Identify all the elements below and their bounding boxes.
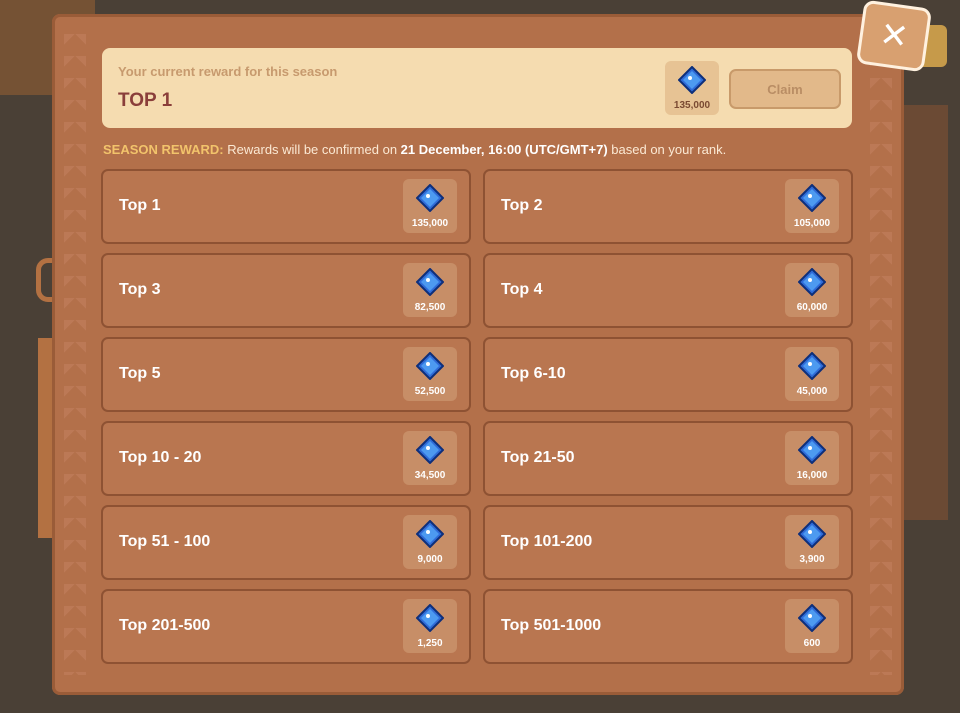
blue-gem-icon [798, 184, 826, 212]
reward-tier-row: Top 21-50 16,000 [483, 421, 853, 496]
reward-tier-box: 9,000 [403, 515, 457, 569]
reward-tier-row: Top 501-1000 600 [483, 589, 853, 664]
reward-tier-amount: 135,000 [411, 218, 449, 229]
reward-tier-amount: 60,000 [796, 302, 828, 313]
reward-tier-box: 1,250 [403, 599, 457, 653]
current-reward-banner: Your current reward for this season TOP … [102, 48, 852, 128]
reward-tier-grid: Top 1 135,000 Top 2 105,000 Top 3 82,500… [101, 169, 853, 664]
reward-tier-amount: 34,500 [414, 470, 446, 481]
season-confirm-date: 21 December, 16:00 (UTC/GMT+7) [400, 142, 608, 157]
border-pattern [870, 34, 892, 675]
reward-tier-row: Top 5 52,500 [101, 337, 471, 412]
reward-tier-rank: Top 201-500 [119, 617, 211, 634]
reward-tier-rank: Top 3 [119, 281, 161, 298]
reward-tier-amount: 9,000 [417, 554, 443, 565]
reward-tier-row: Top 1 135,000 [101, 169, 471, 244]
reward-tier-amount: 16,000 [796, 470, 828, 481]
reward-tier-row: Top 6-10 45,000 [483, 337, 853, 412]
blue-gem-icon [416, 604, 444, 632]
reward-tier-rank: Top 10 - 20 [119, 449, 202, 466]
blue-gem-icon [798, 436, 826, 464]
reward-tier-row: Top 10 - 20 34,500 [101, 421, 471, 496]
reward-tier-rank: Top 5 [119, 365, 161, 382]
reward-tier-row: Top 3 82,500 [101, 253, 471, 328]
reward-tier-box: 135,000 [403, 179, 457, 233]
season-reward-note: SEASON REWARD: Rewards will be confirmed… [103, 142, 863, 157]
reward-tier-amount: 3,900 [799, 554, 825, 565]
reward-tier-rank: Top 4 [501, 281, 543, 298]
reward-tier-amount: 105,000 [793, 218, 831, 229]
reward-tier-row: Top 201-500 1,250 [101, 589, 471, 664]
blue-gem-icon [416, 268, 444, 296]
blue-gem-icon [798, 352, 826, 380]
season-reward-modal: Your current reward for this season TOP … [52, 14, 904, 695]
blue-gem-icon [416, 436, 444, 464]
blue-gem-icon [416, 520, 444, 548]
reward-tier-amount: 600 [803, 638, 821, 649]
blue-gem-icon [798, 604, 826, 632]
reward-tier-rank: Top 51 - 100 [119, 533, 211, 550]
reward-tier-amount: 52,500 [414, 386, 446, 397]
current-reward-amount: 135,000 [673, 100, 711, 111]
reward-tier-box: 600 [785, 599, 839, 653]
reward-tier-box: 34,500 [403, 431, 457, 485]
claim-button[interactable]: Claim [729, 69, 841, 109]
reward-tier-box: 45,000 [785, 347, 839, 401]
blue-gem-icon [798, 268, 826, 296]
reward-tier-rank: Top 6-10 [501, 365, 566, 382]
season-reward-lead: SEASON REWARD: [103, 142, 224, 157]
season-note-text: based on your rank. [611, 142, 727, 157]
reward-tier-row: Top 2 105,000 [483, 169, 853, 244]
reward-tier-amount: 1,250 [417, 638, 443, 649]
current-reward-label: Your current reward for this season [118, 64, 338, 79]
reward-tier-box: 105,000 [785, 179, 839, 233]
reward-tier-row: Top 4 60,000 [483, 253, 853, 328]
reward-tier-box: 3,900 [785, 515, 839, 569]
reward-tier-row: Top 51 - 100 9,000 [101, 505, 471, 580]
reward-tier-box: 82,500 [403, 263, 457, 317]
border-pattern [64, 34, 86, 675]
blue-gem-icon [416, 352, 444, 380]
reward-tier-box: 60,000 [785, 263, 839, 317]
reward-tier-rank: Top 501-1000 [501, 617, 602, 634]
reward-tier-rank: Top 21-50 [501, 449, 575, 466]
reward-tier-amount: 82,500 [414, 302, 446, 313]
current-reward-box: 135,000 [665, 61, 719, 115]
close-button[interactable]: ✕ [855, 0, 933, 73]
blue-gem-icon [798, 520, 826, 548]
season-note-text: Rewards will be confirmed on [227, 142, 398, 157]
reward-tier-rank: Top 2 [501, 197, 543, 214]
current-rank: TOP 1 [118, 90, 173, 111]
blue-gem-icon [416, 184, 444, 212]
background-decoration [900, 105, 948, 520]
reward-tier-amount: 45,000 [796, 386, 828, 397]
reward-tier-rank: Top 1 [119, 197, 161, 214]
close-icon: ✕ [877, 14, 911, 58]
reward-tier-box: 52,500 [403, 347, 457, 401]
reward-tier-rank: Top 101-200 [501, 533, 593, 550]
reward-tier-box: 16,000 [785, 431, 839, 485]
reward-tier-row: Top 101-200 3,900 [483, 505, 853, 580]
blue-gem-icon [678, 66, 706, 94]
